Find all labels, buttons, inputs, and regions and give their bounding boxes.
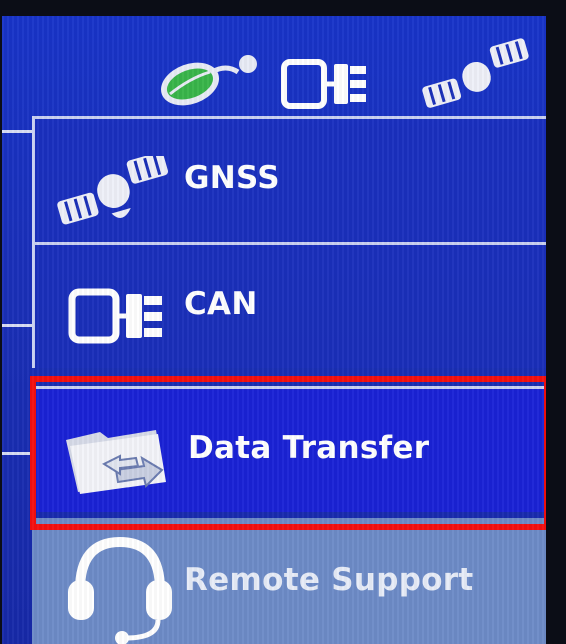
satellite-icon: [422, 38, 529, 108]
tree-connector-line: [2, 324, 32, 327]
tree-connector-line: [2, 130, 32, 133]
leaf-antenna-icon: [160, 55, 257, 106]
menu-border: [32, 116, 35, 242]
display-screen: GNSS CAN Data Transfer Remote Support: [2, 16, 546, 644]
menu-item-label: Remote Support: [184, 562, 474, 598]
menu-separator: [32, 116, 546, 119]
selection-highlight-box: [30, 376, 546, 530]
can-bus-icon: [68, 288, 162, 344]
tree-connector-line: [2, 452, 32, 455]
can-bus-icon: [281, 59, 366, 109]
headset-icon: [68, 536, 172, 644]
status-icon-bar: [2, 16, 546, 114]
menu-item-gnss[interactable]: GNSS: [32, 116, 546, 242]
menu-border: [32, 242, 35, 368]
menu-item-label: GNSS: [184, 160, 280, 196]
menu-item-can[interactable]: CAN: [32, 242, 546, 368]
device-bezel: GNSS CAN Data Transfer Remote Support: [0, 0, 566, 644]
menu-separator: [32, 242, 546, 245]
satellite-icon: [57, 156, 168, 225]
menu-item-label: CAN: [184, 286, 258, 322]
menu-item-remote-support[interactable]: Remote Support: [32, 518, 546, 644]
